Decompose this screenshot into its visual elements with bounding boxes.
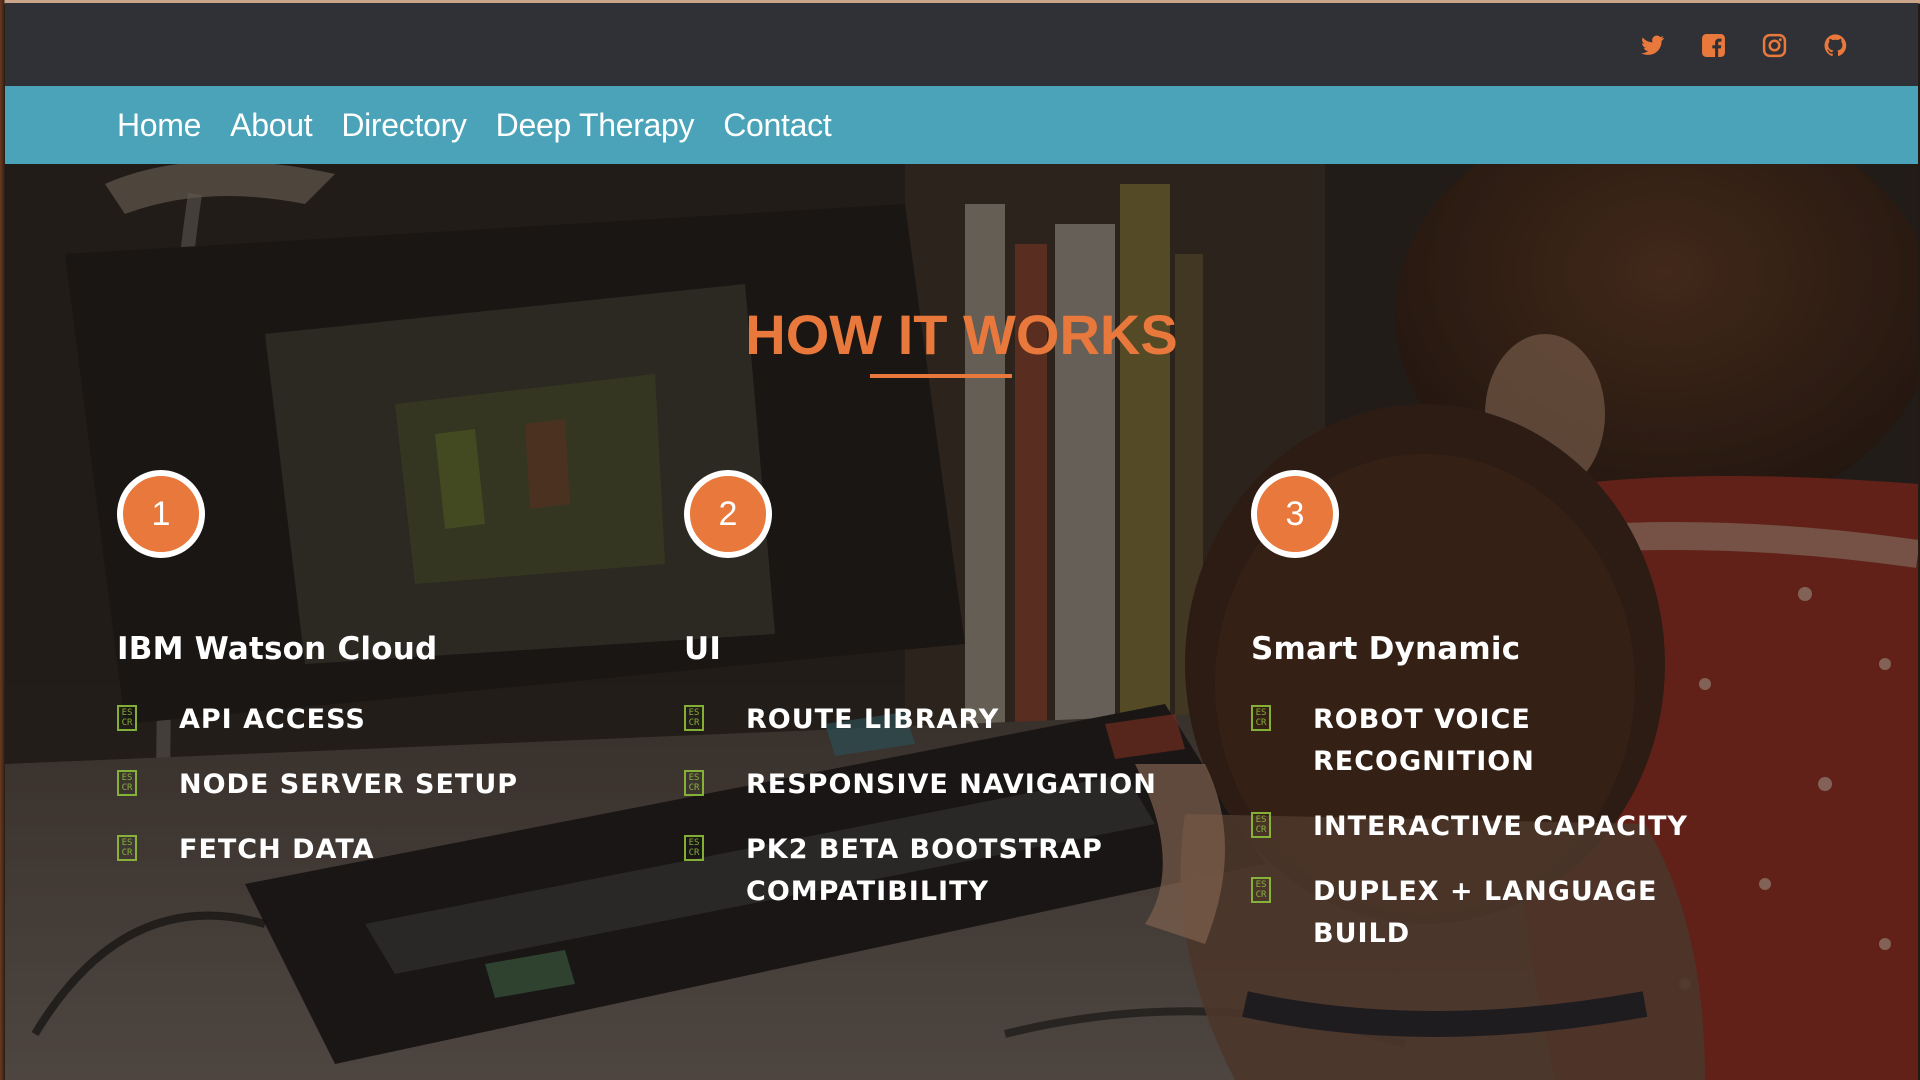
social-links bbox=[1640, 33, 1848, 58]
how-it-works-section: HOW IT WORKS 1 IBM Watson Cloud ES CR API … bbox=[5, 164, 1918, 1080]
list-item-text: FETCH DATA bbox=[179, 834, 375, 865]
nav-about[interactable]: About bbox=[230, 107, 312, 144]
step-column-3: 3 Smart Dynamic ES CR ROBOT VOICE RECOGNIT… bbox=[1251, 470, 1731, 984]
list-item-text: NODE SERVER SETUP bbox=[179, 769, 519, 800]
list-item-text: PK2 BETA BOOTSTRAP COMPATIBILITY bbox=[746, 834, 1103, 907]
nav-deep-therapy[interactable]: Deep Therapy bbox=[496, 107, 695, 144]
list-item-text: INTERACTIVE CAPACITY bbox=[1313, 811, 1688, 842]
bullet-icon: ES CR bbox=[684, 835, 704, 861]
main-nav: Home About Directory Deep Therapy Contac… bbox=[5, 86, 1918, 164]
step-column-1: 1 IBM Watson Cloud ES CR API ACCESS ES CR NO… bbox=[117, 470, 597, 900]
list-item: ES CR API ACCESS bbox=[117, 704, 597, 741]
list-item-text: RESPONSIVE NAVIGATION bbox=[746, 769, 1157, 800]
list-item: ES CR PK2 BETA BOOTSTRAP COMPATIBILITY bbox=[684, 834, 1164, 913]
list-item-text: ROUTE LIBRARY bbox=[746, 704, 1000, 735]
bullet-icon: ES CR bbox=[117, 705, 137, 731]
top-bar bbox=[5, 3, 1918, 86]
facebook-icon[interactable] bbox=[1701, 33, 1726, 58]
bullet-icon: ES CR bbox=[117, 770, 137, 796]
list-item: ES CR ROUTE LIBRARY bbox=[684, 704, 1164, 741]
github-icon[interactable] bbox=[1823, 33, 1848, 58]
step-badge: 3 bbox=[1251, 470, 1339, 558]
bullet-icon: ES CR bbox=[1251, 812, 1271, 838]
twitter-icon[interactable] bbox=[1640, 33, 1665, 58]
bullet-icon: ES CR bbox=[1251, 877, 1271, 903]
bullet-icon: ES CR bbox=[684, 705, 704, 731]
feature-list: ES CR ROBOT VOICE RECOGNITION ES CR INTERACT… bbox=[1251, 704, 1731, 955]
list-item: ES CR DUPLEX + LANGUAGE BUILD bbox=[1251, 876, 1731, 955]
section-title: HOW IT WORKS bbox=[745, 303, 1178, 366]
step-badge: 2 bbox=[684, 470, 772, 558]
nav-directory[interactable]: Directory bbox=[341, 107, 467, 144]
list-item-text: API ACCESS bbox=[179, 704, 366, 735]
step-title: Smart Dynamic bbox=[1251, 631, 1521, 667]
instagram-icon[interactable] bbox=[1762, 33, 1787, 58]
step-title: IBM Watson Cloud bbox=[117, 631, 438, 667]
feature-list: ES CR API ACCESS ES CR NODE SERVER SETUP ES C… bbox=[117, 704, 597, 871]
list-item: ES CR FETCH DATA bbox=[117, 834, 597, 871]
bullet-icon: ES CR bbox=[1251, 705, 1271, 731]
title-underline bbox=[870, 374, 1012, 378]
list-item: ES CR INTERACTIVE CAPACITY bbox=[1251, 811, 1731, 848]
list-item-text: DUPLEX + LANGUAGE BUILD bbox=[1313, 876, 1658, 949]
list-item: ES CR ROBOT VOICE RECOGNITION bbox=[1251, 704, 1731, 783]
feature-list: ES CR ROUTE LIBRARY ES CR RESPONSIVE NAVIGAT… bbox=[684, 704, 1164, 913]
list-item: ES CR RESPONSIVE NAVIGATION bbox=[684, 769, 1164, 806]
list-item-text: ROBOT VOICE RECOGNITION bbox=[1313, 704, 1535, 777]
nav-home[interactable]: Home bbox=[117, 107, 201, 144]
page: Home About Directory Deep Therapy Contac… bbox=[5, 3, 1918, 1080]
nav-contact[interactable]: Contact bbox=[723, 107, 831, 144]
list-item: ES CR NODE SERVER SETUP bbox=[117, 769, 597, 806]
nav-links: Home About Directory Deep Therapy Contac… bbox=[117, 86, 832, 164]
step-column-2: 2 UI ES CR ROUTE LIBRARY ES CR RESPONSIVE NA… bbox=[684, 470, 1164, 942]
step-badge: 1 bbox=[117, 470, 205, 558]
bullet-icon: ES CR bbox=[117, 835, 137, 861]
step-title: UI bbox=[684, 631, 722, 667]
bullet-icon: ES CR bbox=[684, 770, 704, 796]
